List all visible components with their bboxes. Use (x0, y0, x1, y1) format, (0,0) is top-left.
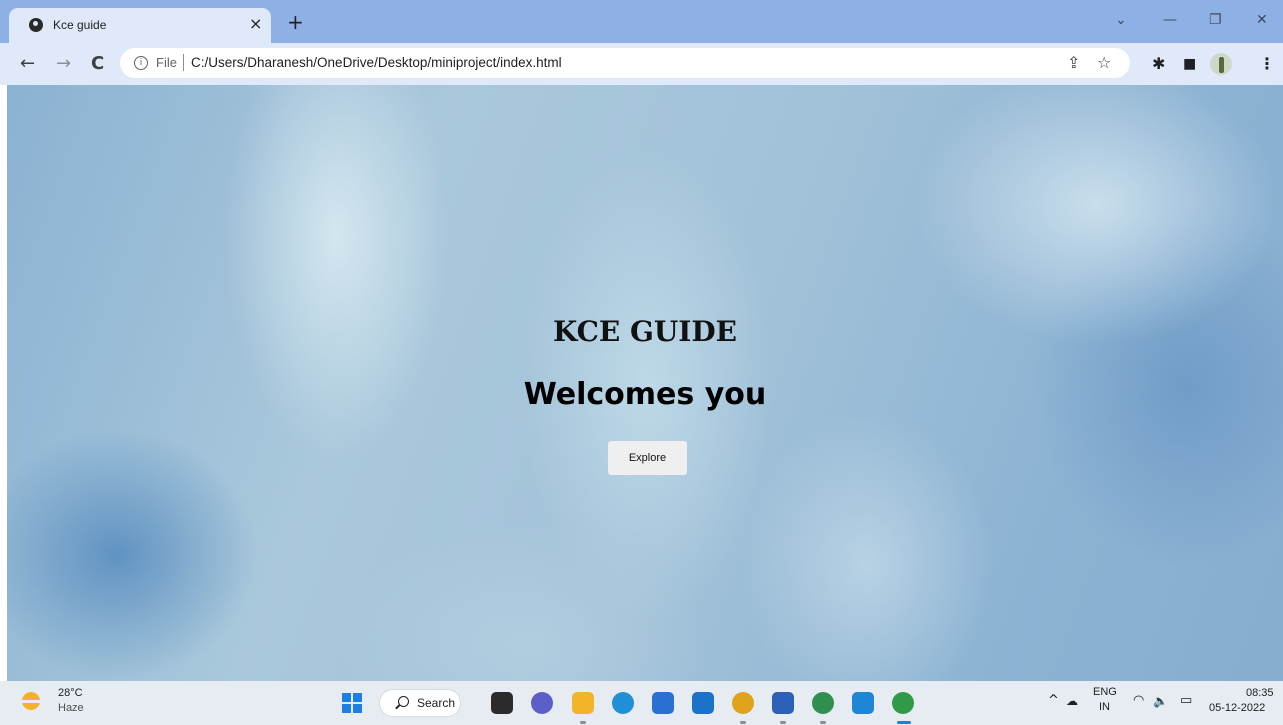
brand-heading: KCE GUIDE (552, 315, 737, 348)
windows-taskbar: 28°C Haze Search ^ ☁ ENG IN ◠ 🔈 ▭ 08:35 … (0, 681, 1283, 725)
file-explorer-icon[interactable] (572, 692, 594, 714)
back-icon[interactable]: ← (20, 54, 35, 74)
onedrive-icon[interactable]: ☁ (1066, 691, 1078, 711)
profile-avatar[interactable] (1210, 53, 1232, 75)
language-code[interactable]: ENG (1093, 686, 1117, 698)
bookmark-star-icon[interactable]: ☆ (1097, 53, 1111, 73)
restore-icon[interactable]: ❐ (1209, 10, 1222, 30)
tab-close-icon[interactable]: × (249, 14, 262, 33)
vscode-icon[interactable] (852, 692, 874, 714)
word-icon[interactable] (772, 692, 794, 714)
scheme-label: File (156, 55, 177, 70)
task-view-icon[interactable] (491, 692, 513, 714)
tray-overflow-chevron-icon[interactable]: ^ (1048, 691, 1059, 711)
search-label: Search (417, 696, 456, 710)
clock-time[interactable]: 08:35 (1246, 687, 1274, 699)
start-button-icon[interactable] (342, 693, 362, 713)
store-icon[interactable] (652, 692, 674, 714)
running-indicator (580, 721, 586, 724)
globe-icon (29, 18, 43, 32)
page-viewport: KCE GUIDE Welcomes you Explore (7, 85, 1283, 681)
browser-tab[interactable]: Kce guide × (9, 8, 271, 43)
extensions-icon[interactable]: ✱ (1152, 54, 1165, 74)
taskbar-search[interactable]: Search (379, 689, 461, 717)
volume-icon[interactable]: 🔈 (1153, 691, 1168, 711)
side-panel-icon[interactable]: ■ (1183, 54, 1196, 74)
wifi-icon[interactable]: ◠ (1133, 691, 1144, 711)
running-indicator (820, 721, 826, 724)
battery-icon[interactable]: ▭ (1180, 691, 1192, 711)
welcome-heading: Welcomes you (523, 377, 767, 412)
chat-icon[interactable] (531, 692, 553, 714)
tab-search-chevron-icon[interactable]: ⌄ (1115, 10, 1127, 30)
search-icon (398, 696, 409, 707)
chrome-icon[interactable] (892, 692, 914, 714)
address-bar[interactable]: i File C:/Users/Dharanesh/OneDrive/Deskt… (120, 48, 1130, 78)
clock-date[interactable]: 05-12-2022 (1209, 702, 1265, 714)
chrome-beta-icon[interactable] (732, 692, 754, 714)
minimize-icon[interactable]: — (1163, 10, 1177, 30)
reload-icon[interactable]: C (91, 54, 104, 74)
running-indicator (740, 721, 746, 724)
share-icon[interactable]: ⇪ (1067, 53, 1080, 73)
weather-condition[interactable]: Haze (58, 702, 84, 714)
site-info-icon[interactable]: i (134, 56, 148, 70)
language-region[interactable]: IN (1099, 701, 1110, 713)
tab-title: Kce guide (53, 18, 107, 32)
new-tab-icon[interactable]: + (287, 12, 304, 32)
camera-icon[interactable] (692, 692, 714, 714)
active-indicator (897, 721, 911, 724)
browser-toolbar: ← → C i File C:/Users/Dharanesh/OneDrive… (0, 43, 1283, 85)
menu-icon[interactable]: ⋮ (1259, 54, 1275, 74)
url-text[interactable]: C:/Users/Dharanesh/OneDrive/Desktop/mini… (191, 55, 562, 70)
explore-button[interactable]: Explore (608, 441, 687, 475)
running-indicator (780, 721, 786, 724)
weather-temp[interactable]: 28°C (58, 687, 83, 699)
close-window-icon[interactable]: ✕ (1256, 10, 1268, 30)
chrome-dev-icon[interactable] (812, 692, 834, 714)
weather-haze-icon[interactable] (20, 692, 42, 710)
omnibox-divider (183, 54, 184, 71)
forward-icon[interactable]: → (56, 54, 71, 74)
edge-icon[interactable] (612, 692, 634, 714)
tab-strip: Kce guide × + ⌄ — ❐ ✕ (0, 0, 1283, 43)
